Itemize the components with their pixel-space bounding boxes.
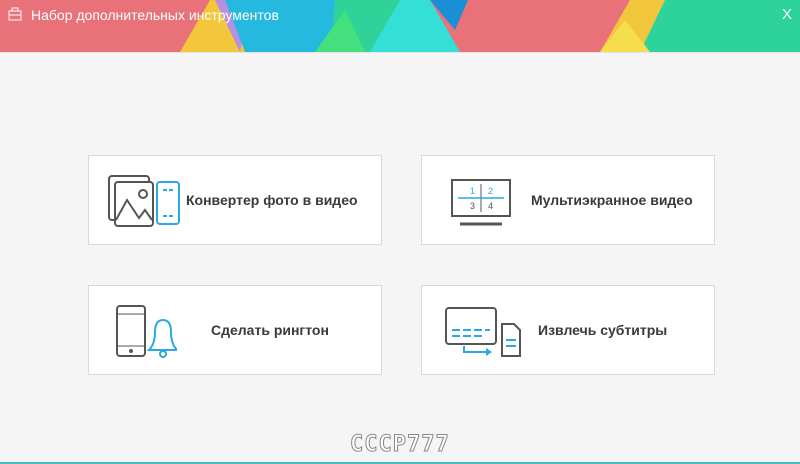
tool-extract-subtitles[interactable]: Извлечь субтитры (421, 285, 715, 375)
window-title: Набор дополнительных инструментов (31, 7, 279, 23)
tool-label: Мультиэкранное видео (531, 192, 693, 208)
phone-bell-icon (116, 305, 177, 358)
multiscreen-icon: 1 2 3 4 (451, 179, 511, 226)
extract-subtitles-icon (445, 307, 521, 357)
photo-to-video-icon (108, 175, 180, 227)
close-button[interactable]: X (782, 6, 792, 23)
watermark-logo: CCCP777 (350, 432, 450, 458)
svg-text:2: 2 (488, 186, 493, 196)
title-bar: Набор дополнительных инструментов X (0, 0, 800, 52)
tool-photo-to-video[interactable]: Конвертер фото в видео (88, 155, 382, 245)
tool-label: Сделать рингтон (211, 322, 329, 338)
tool-ringtone[interactable]: Сделать рингтон (88, 285, 382, 375)
tool-label: Конвертер фото в видео (186, 192, 358, 208)
toolbox-icon (8, 7, 22, 21)
svg-text:1: 1 (470, 186, 475, 196)
svg-text:4: 4 (488, 201, 493, 211)
svg-text:3: 3 (470, 201, 475, 211)
tool-label: Извлечь субтитры (538, 322, 668, 338)
tools-panel: Конвертер фото в видео 1 2 3 4 Мультиэкр… (0, 52, 800, 464)
tool-multiscreen[interactable]: 1 2 3 4 Мультиэкранное видео (421, 155, 715, 245)
